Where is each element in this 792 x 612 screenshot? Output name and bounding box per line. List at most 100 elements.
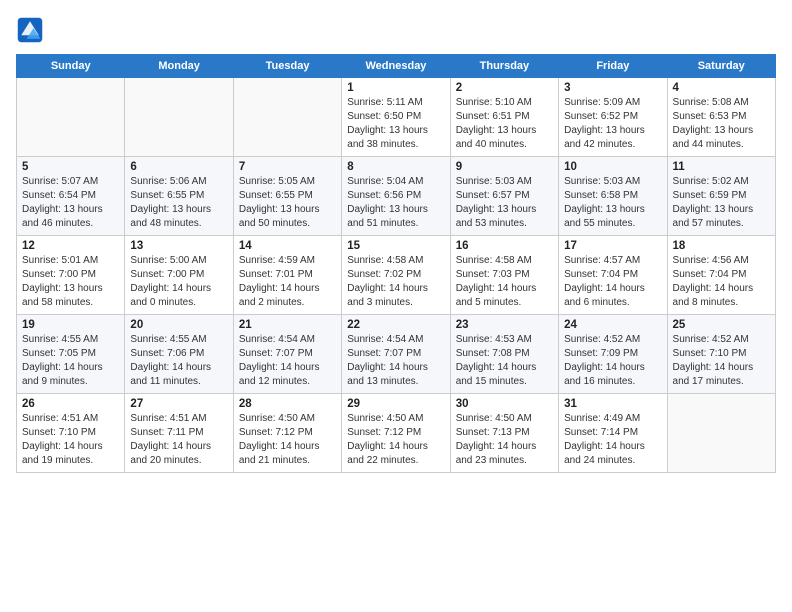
- calendar-cell: 9Sunrise: 5:03 AM Sunset: 6:57 PM Daylig…: [450, 157, 558, 236]
- weekday-header-row: SundayMondayTuesdayWednesdayThursdayFrid…: [17, 55, 776, 78]
- day-number: 17: [564, 240, 661, 252]
- day-number: 3: [564, 82, 661, 94]
- calendar-cell: 8Sunrise: 5:04 AM Sunset: 6:56 PM Daylig…: [342, 157, 450, 236]
- calendar-cell: 1 Sunrise: 5:11 AM Sunset: 6:50 PM Daylig…: [342, 78, 450, 157]
- day-number: 6: [130, 161, 227, 173]
- page: SundayMondayTuesdayWednesdayThursdayFrid…: [0, 0, 792, 612]
- day-number: 18: [673, 240, 770, 252]
- day-info: Sunrise: 5:03 AM Sunset: 6:57 PM Dayligh…: [456, 175, 553, 231]
- day-info: Sunrise: 4:52 AM Sunset: 7:09 PM Dayligh…: [564, 333, 661, 389]
- day-info: Sunrise: 4:53 AM Sunset: 7:08 PM Dayligh…: [456, 333, 553, 389]
- calendar-cell: [667, 394, 775, 473]
- calendar-cell: 13 Sunrise: 5:00 AM Sunset: 7:00 PM Dayli…: [125, 236, 233, 315]
- day-info: Sunrise: 4:51 AM Sunset: 7:10 PM Dayligh…: [22, 412, 119, 468]
- day-info: Sunrise: 5:08 AM Sunset: 6:53 PM Dayligh…: [673, 96, 770, 152]
- calendar-cell: 23 Sunrise: 4:53 AM Sunset: 7:08 PM Dayli…: [450, 315, 558, 394]
- calendar-cell: 15 Sunrise: 4:58 AM Sunset: 7:02 PM Dayli…: [342, 236, 450, 315]
- day-info: Sunrise: 4:59 AM Sunset: 7:01 PM Dayligh…: [239, 254, 336, 310]
- day-number: 26: [22, 398, 119, 410]
- day-info: Sunrise: 5:05 AM Sunset: 6:55 PM Dayligh…: [239, 175, 336, 231]
- header: [16, 16, 776, 44]
- day-info: Sunrise: 4:49 AM Sunset: 7:14 PM Dayligh…: [564, 412, 661, 468]
- calendar-cell: 6Sunrise: 5:06 AM Sunset: 6:55 PM Daylig…: [125, 157, 233, 236]
- day-info: Sunrise: 4:50 AM Sunset: 7:12 PM Dayligh…: [239, 412, 336, 468]
- calendar-table: SundayMondayTuesdayWednesdayThursdayFrid…: [16, 54, 776, 473]
- day-number: 5: [22, 161, 119, 173]
- calendar-week-1: 1 Sunrise: 5:11 AM Sunset: 6:50 PM Daylig…: [17, 78, 776, 157]
- day-number: 23: [456, 319, 553, 331]
- calendar-cell: 27Sunrise: 4:51 AM Sunset: 7:11 PM Dayli…: [125, 394, 233, 473]
- day-info: Sunrise: 4:58 AM Sunset: 7:03 PM Dayligh…: [456, 254, 553, 310]
- calendar-cell: 12Sunrise: 5:01 AM Sunset: 7:00 PM Dayli…: [17, 236, 125, 315]
- day-number: 1: [347, 82, 444, 94]
- day-number: 29: [347, 398, 444, 410]
- day-number: 31: [564, 398, 661, 410]
- day-number: 4: [673, 82, 770, 94]
- calendar-cell: 3 Sunrise: 5:09 AM Sunset: 6:52 PM Daylig…: [559, 78, 667, 157]
- calendar-week-5: 26 Sunrise: 4:51 AM Sunset: 7:10 PM Dayli…: [17, 394, 776, 473]
- day-info: Sunrise: 5:00 AM Sunset: 7:00 PM Dayligh…: [130, 254, 227, 310]
- day-info: Sunrise: 4:55 AM Sunset: 7:05 PM Dayligh…: [22, 333, 119, 389]
- weekday-monday: Monday: [125, 55, 233, 78]
- day-info: Sunrise: 5:07 AM Sunset: 6:54 PM Dayligh…: [22, 175, 119, 231]
- weekday-tuesday: Tuesday: [233, 55, 341, 78]
- weekday-wednesday: Wednesday: [342, 55, 450, 78]
- day-number: 11: [673, 161, 770, 173]
- day-info: Sunrise: 5:11 AM Sunset: 6:50 PM Dayligh…: [347, 96, 444, 152]
- day-number: 20: [130, 319, 227, 331]
- weekday-sunday: Sunday: [17, 55, 125, 78]
- weekday-friday: Friday: [559, 55, 667, 78]
- day-info: Sunrise: 4:50 AM Sunset: 7:12 PM Dayligh…: [347, 412, 444, 468]
- day-info: Sunrise: 5:09 AM Sunset: 6:52 PM Dayligh…: [564, 96, 661, 152]
- day-info: Sunrise: 5:03 AM Sunset: 6:58 PM Dayligh…: [564, 175, 661, 231]
- day-number: 14: [239, 240, 336, 252]
- calendar-week-4: 19 Sunrise: 4:55 AM Sunset: 7:05 PM Dayli…: [17, 315, 776, 394]
- calendar-cell: 11 Sunrise: 5:02 AM Sunset: 6:59 PM Dayli…: [667, 157, 775, 236]
- calendar-cell: 19 Sunrise: 4:55 AM Sunset: 7:05 PM Dayli…: [17, 315, 125, 394]
- calendar-cell: 5 Sunrise: 5:07 AM Sunset: 6:54 PM Daylig…: [17, 157, 125, 236]
- day-info: Sunrise: 4:54 AM Sunset: 7:07 PM Dayligh…: [347, 333, 444, 389]
- day-info: Sunrise: 4:57 AM Sunset: 7:04 PM Dayligh…: [564, 254, 661, 310]
- calendar-cell: 28 Sunrise: 4:50 AM Sunset: 7:12 PM Dayli…: [233, 394, 341, 473]
- day-number: 15: [347, 240, 444, 252]
- calendar-cell: 30Sunrise: 4:50 AM Sunset: 7:13 PM Dayli…: [450, 394, 558, 473]
- day-number: 8: [347, 161, 444, 173]
- day-info: Sunrise: 4:52 AM Sunset: 7:10 PM Dayligh…: [673, 333, 770, 389]
- calendar-cell: 21 Sunrise: 4:54 AM Sunset: 7:07 PM Dayli…: [233, 315, 341, 394]
- day-number: 25: [673, 319, 770, 331]
- day-number: 16: [456, 240, 553, 252]
- calendar-cell: 4 Sunrise: 5:08 AM Sunset: 6:53 PM Daylig…: [667, 78, 775, 157]
- calendar-cell: 29 Sunrise: 4:50 AM Sunset: 7:12 PM Dayli…: [342, 394, 450, 473]
- calendar-cell: 26 Sunrise: 4:51 AM Sunset: 7:10 PM Dayli…: [17, 394, 125, 473]
- day-number: 22: [347, 319, 444, 331]
- day-info: Sunrise: 4:54 AM Sunset: 7:07 PM Dayligh…: [239, 333, 336, 389]
- calendar-cell: 14 Sunrise: 4:59 AM Sunset: 7:01 PM Dayli…: [233, 236, 341, 315]
- calendar-cell: 18 Sunrise: 4:56 AM Sunset: 7:04 PM Dayli…: [667, 236, 775, 315]
- day-number: 28: [239, 398, 336, 410]
- day-info: Sunrise: 4:56 AM Sunset: 7:04 PM Dayligh…: [673, 254, 770, 310]
- day-number: 7: [239, 161, 336, 173]
- day-number: 2: [456, 82, 553, 94]
- day-info: Sunrise: 5:02 AM Sunset: 6:59 PM Dayligh…: [673, 175, 770, 231]
- weekday-thursday: Thursday: [450, 55, 558, 78]
- day-info: Sunrise: 5:10 AM Sunset: 6:51 PM Dayligh…: [456, 96, 553, 152]
- calendar-cell: 16 Sunrise: 4:58 AM Sunset: 7:03 PM Dayli…: [450, 236, 558, 315]
- day-number: 24: [564, 319, 661, 331]
- calendar-cell: 17 Sunrise: 4:57 AM Sunset: 7:04 PM Dayli…: [559, 236, 667, 315]
- calendar-week-2: 5 Sunrise: 5:07 AM Sunset: 6:54 PM Daylig…: [17, 157, 776, 236]
- logo: [16, 16, 48, 44]
- day-info: Sunrise: 4:58 AM Sunset: 7:02 PM Dayligh…: [347, 254, 444, 310]
- day-info: Sunrise: 4:55 AM Sunset: 7:06 PM Dayligh…: [130, 333, 227, 389]
- day-number: 13: [130, 240, 227, 252]
- day-number: 21: [239, 319, 336, 331]
- day-info: Sunrise: 5:01 AM Sunset: 7:00 PM Dayligh…: [22, 254, 119, 310]
- day-number: 19: [22, 319, 119, 331]
- calendar-cell: 10 Sunrise: 5:03 AM Sunset: 6:58 PM Dayli…: [559, 157, 667, 236]
- day-number: 10: [564, 161, 661, 173]
- calendar-cell: 2 Sunrise: 5:10 AM Sunset: 6:51 PM Daylig…: [450, 78, 558, 157]
- calendar-cell: 20 Sunrise: 4:55 AM Sunset: 7:06 PM Dayli…: [125, 315, 233, 394]
- calendar-cell: [233, 78, 341, 157]
- day-number: 27: [130, 398, 227, 410]
- calendar-cell: [125, 78, 233, 157]
- calendar-cell: [17, 78, 125, 157]
